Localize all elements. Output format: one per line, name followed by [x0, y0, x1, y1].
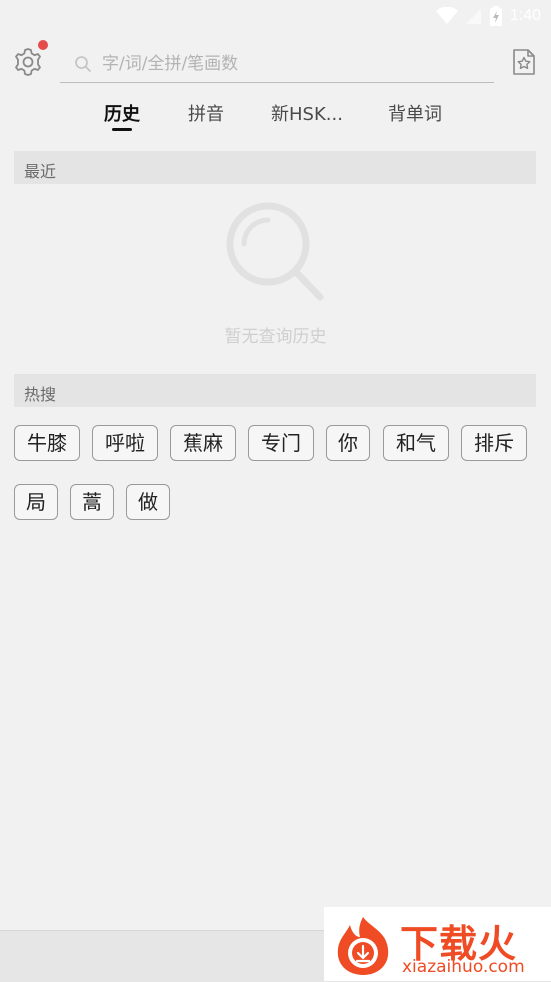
- hot-section-header: 热搜: [14, 374, 536, 407]
- empty-history-text: 暂无查询历史: [224, 327, 327, 347]
- header: [0, 40, 551, 90]
- tab-active-indicator: [112, 128, 132, 131]
- hot-search-chip[interactable]: 你: [326, 425, 370, 461]
- gear-icon: [15, 48, 41, 76]
- battery-icon: [489, 6, 502, 26]
- status-time: 1:40: [509, 7, 541, 24]
- hot-search-chip[interactable]: 局: [14, 484, 58, 520]
- hot-search-chip[interactable]: 蒿: [70, 484, 114, 520]
- recent-section-title: 最近: [24, 162, 57, 181]
- notification-dot: [38, 40, 48, 50]
- flame-logo-icon: [337, 917, 389, 975]
- hot-search-chip[interactable]: 和气: [383, 425, 449, 461]
- star-file-icon: [513, 49, 535, 75]
- tab-bar: 历史 拼音 新HSK... 背单词: [0, 100, 551, 136]
- hot-section-title: 热搜: [24, 385, 57, 404]
- search-icon: [75, 56, 91, 72]
- hot-search-chip[interactable]: 牛膝: [14, 425, 80, 461]
- wifi-icon: [435, 7, 458, 24]
- watermark-subtitle: xiazaihuo.com: [402, 957, 525, 977]
- tab-vocabulary[interactable]: 背单词: [388, 100, 442, 126]
- empty-search-icon: [226, 202, 324, 301]
- status-bar: 1:40: [0, 0, 551, 32]
- status-icons: 1:40: [435, 6, 541, 26]
- hot-search-chip[interactable]: 蕉麻: [170, 425, 236, 461]
- hot-search-chip[interactable]: 排斥: [461, 425, 527, 461]
- tab-new-hsk[interactable]: 新HSK...: [271, 100, 343, 126]
- favorites-button[interactable]: [510, 48, 538, 76]
- search-box[interactable]: [60, 46, 494, 83]
- watermark-logo: 下载火 xiazaihuo.com: [324, 907, 551, 981]
- hot-search-chip[interactable]: 呼啦: [92, 425, 158, 461]
- tab-history-label: 历史: [104, 104, 140, 125]
- settings-button[interactable]: [12, 46, 44, 78]
- hot-search-chip[interactable]: 做: [126, 484, 170, 520]
- tab-pinyin[interactable]: 拼音: [188, 100, 224, 126]
- tab-pinyin-label: 拼音: [188, 104, 224, 125]
- search-input[interactable]: [100, 48, 484, 80]
- hot-search-chip[interactable]: 专门: [248, 425, 314, 461]
- signal-icon: [465, 9, 481, 24]
- tab-new-hsk-label: 新HSK...: [271, 104, 343, 125]
- tab-history[interactable]: 历史: [104, 100, 140, 131]
- recent-section-header: 最近: [14, 151, 536, 184]
- tab-vocabulary-label: 背单词: [388, 104, 442, 125]
